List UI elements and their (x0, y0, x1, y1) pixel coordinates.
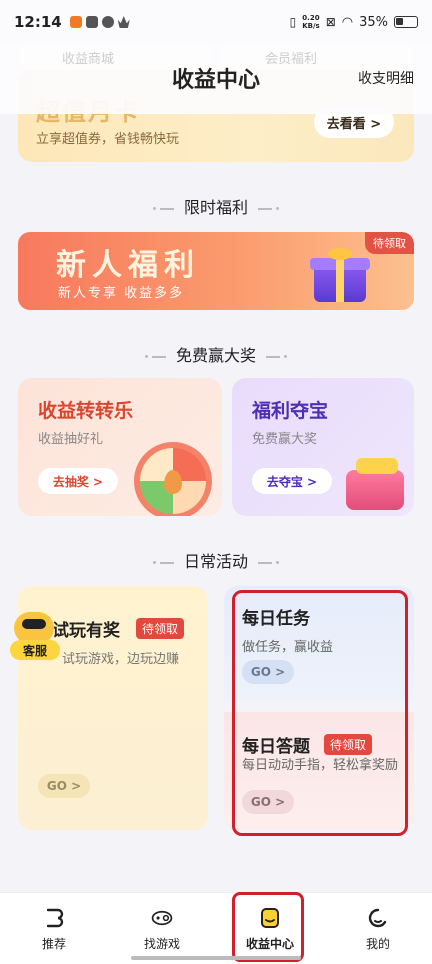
trial-play-badge: 待领取 (136, 618, 185, 639)
spin-wheel-title: 收益转转乐 (38, 400, 134, 422)
income-expense-details-link[interactable]: 收支明细 (358, 68, 414, 88)
message-notification-icon (85, 16, 98, 28)
trial-play-title: 试玩有奖 (52, 621, 120, 641)
chest-bow-icon (356, 458, 398, 474)
status-bar: 12:14 ▯ 0.20 KB/s ⊠ ◠ 35% (0, 0, 432, 44)
treasure-chest-icon (346, 470, 404, 510)
spin-wheel-subtitle: 收益抽好礼 (38, 432, 104, 447)
go-treasure-button[interactable]: 去夺宝 > (252, 468, 332, 494)
tab-mine[interactable]: 我的 (324, 893, 432, 964)
gamepad-icon (151, 907, 173, 929)
trial-play-go-button[interactable]: GO > (38, 774, 90, 798)
newcomer-title: 新人福利 (56, 248, 200, 283)
newcomer-subtitle: 新人专享 收益多多 (58, 286, 185, 301)
battery-icon (394, 16, 418, 28)
treasure-title: 福利夺宝 (252, 400, 329, 422)
bottom-tab-bar: 推荐 找游戏 收益中心 我的 (0, 892, 432, 964)
section-title-free: 免费赢大奖 (0, 342, 432, 366)
notification-icons (69, 16, 130, 28)
battery-level: 35% (359, 14, 388, 30)
wifi-icon: ◠ (341, 14, 354, 30)
monthly-card-subtitle: 立享超值券，省钱畅快玩 (36, 132, 180, 147)
tab-find-games[interactable]: 找游戏 (108, 893, 216, 964)
customer-service-label: 客服 (10, 640, 60, 660)
vibrate-icon: ▯ (289, 15, 297, 29)
treasure-subtitle: 免费赢大奖 (252, 432, 318, 447)
status-time: 12:14 (14, 13, 62, 31)
section-title-daily: 日常活动 (0, 548, 432, 572)
draw-lottery-button[interactable]: 去抽奖 > (38, 468, 118, 494)
tab-recommend[interactable]: 推荐 (0, 893, 108, 964)
section-title-limited: 限时福利 (0, 194, 432, 218)
daily-highlight-box (232, 590, 408, 836)
sim-x-icon: ⊠ (325, 15, 336, 29)
crown-notification-icon (117, 16, 130, 28)
net-speed: 0.20 KB/s (302, 14, 320, 30)
check-notification-icon (101, 16, 114, 28)
tab-find-games-label: 找游戏 (143, 937, 180, 951)
tab-mine-label: 我的 (365, 937, 390, 951)
active-tab-highlight-box (232, 892, 304, 962)
gift-box-icon (310, 248, 370, 302)
spin-wheel-card[interactable]: 收益转转乐 收益抽好礼 去抽奖 > (18, 378, 222, 516)
page-header: 收益商城 会员福利 收益中心 收支明细 (0, 44, 432, 114)
pending-claim-badge: 待领取 (365, 232, 414, 254)
app-notification-icon (69, 16, 82, 28)
treasure-card[interactable]: 福利夺宝 免费赢大奖 去夺宝 > (232, 378, 414, 516)
profile-icon (367, 907, 389, 929)
recommend-icon (43, 907, 65, 929)
trial-play-subtitle: 试玩游戏，边玩边赚 (62, 652, 180, 667)
customer-service-float[interactable]: 客服 (10, 612, 60, 660)
wheel-pointer-icon (164, 470, 182, 494)
tab-recommend-label: 推荐 (41, 937, 66, 951)
newcomer-benefit-banner[interactable]: 新人福利 新人专享 收益多多 待领取 (18, 232, 414, 310)
home-indicator[interactable] (131, 956, 301, 960)
